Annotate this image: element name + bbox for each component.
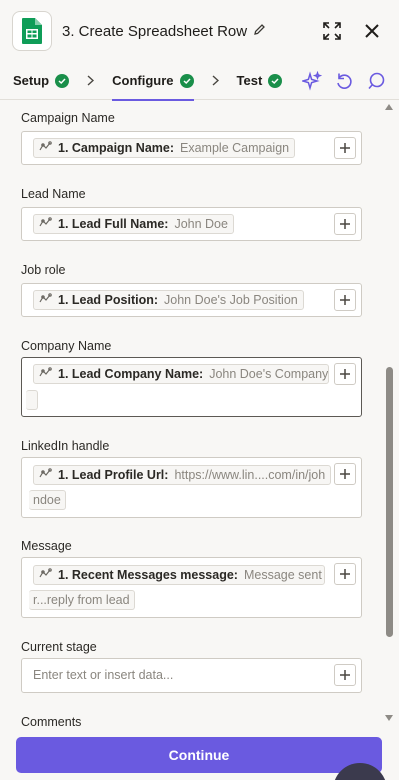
pill-key: 1. Lead Full Name: xyxy=(58,217,169,231)
pill-value: John Doe's Company xyxy=(209,367,329,381)
tab-label: Test xyxy=(236,73,263,88)
footer: Continue xyxy=(0,728,399,780)
field-lead-name: Lead Name 1. Lead Full Name: John Doe xyxy=(21,187,362,241)
step-title: 3. Create Spreadsheet Row xyxy=(62,22,248,40)
field-campaign-name: Campaign Name 1. Campaign Name: Example … xyxy=(21,111,362,165)
webhook-icon xyxy=(39,568,52,582)
pill-key: 1. Recent Messages message: xyxy=(58,568,238,582)
comment-icon[interactable] xyxy=(365,70,387,92)
tab-label: Setup xyxy=(13,73,50,88)
insert-data-button[interactable] xyxy=(334,563,356,585)
step-header: 3. Create Spreadsheet Row xyxy=(0,0,399,62)
webhook-icon xyxy=(39,217,52,231)
insert-data-button[interactable] xyxy=(334,289,356,311)
data-pill[interactable]: 1. Lead Company Name: John Doe's Company xyxy=(33,364,329,384)
step-fields-panel[interactable]: Campaign Name 1. Campaign Name: Example … xyxy=(0,101,399,728)
lead-name-input[interactable]: 1. Lead Full Name: John Doe xyxy=(21,207,362,241)
input-placeholder: Enter text or insert data... xyxy=(33,668,174,682)
pill-value: Message sent f xyxy=(243,568,325,582)
field-label: LinkedIn handle xyxy=(21,439,110,453)
pill-value: https://www.lin....com/in/joh xyxy=(174,468,326,482)
pill-key: 1. Lead Profile Url: xyxy=(58,468,169,482)
field-comments: Comments xyxy=(21,715,362,728)
field-label: Lead Name xyxy=(21,187,86,201)
pill-value: Example Campaign xyxy=(180,141,290,155)
check-circle-icon xyxy=(179,73,194,88)
insert-data-button[interactable] xyxy=(334,664,356,686)
campaign-name-input[interactable]: 1. Campaign Name: Example Campaign xyxy=(21,131,362,165)
undo-icon[interactable] xyxy=(333,70,355,92)
insert-data-button[interactable] xyxy=(334,213,356,235)
field-current-stage: Current stage Enter text or insert data.… xyxy=(21,640,362,693)
field-job-role: Job role 1. Lead Position: John Doe's Jo… xyxy=(21,263,362,317)
scrollbar[interactable] xyxy=(385,104,393,724)
field-message: Message 1. Recent Messages message: Mess… xyxy=(21,539,362,618)
data-pill-continuation: r...reply from lead xyxy=(29,590,135,610)
field-label: Campaign Name xyxy=(21,111,115,125)
pencil-icon[interactable] xyxy=(253,23,266,40)
insert-data-button[interactable] xyxy=(334,363,356,385)
ai-sparkle-icon[interactable] xyxy=(301,70,323,92)
data-pill[interactable]: 1. Lead Position: John Doe's Job Positio… xyxy=(33,290,304,310)
data-pill-continuation xyxy=(26,390,38,410)
webhook-icon xyxy=(39,468,52,482)
pill-key: 1. Campaign Name: xyxy=(58,141,175,155)
pill-key: 1. Lead Company Name: xyxy=(58,367,204,381)
insert-data-button[interactable] xyxy=(334,463,356,485)
check-circle-icon xyxy=(268,73,283,88)
pill-value: John Doe xyxy=(174,217,228,231)
current-stage-input[interactable]: Enter text or insert data... xyxy=(21,658,362,693)
field-label: Company Name xyxy=(21,339,112,353)
company-name-input[interactable]: 1. Lead Company Name: John Doe's Company xyxy=(21,357,362,417)
data-pill[interactable]: 1. Campaign Name: Example Campaign xyxy=(33,138,296,158)
close-icon[interactable] xyxy=(361,20,383,42)
scrollbar-thumb[interactable] xyxy=(386,367,393,637)
field-label: Job role xyxy=(21,263,66,277)
google-sheets-icon xyxy=(12,11,52,51)
step-tabs: Setup Configure Test xyxy=(0,62,399,101)
check-circle-icon xyxy=(55,73,70,88)
continue-button[interactable]: Continue xyxy=(16,737,382,773)
scroll-down-arrow-icon[interactable] xyxy=(385,715,393,721)
chevron-right-icon xyxy=(212,75,219,86)
webhook-icon xyxy=(39,367,52,381)
data-pill[interactable]: 1. Recent Messages message: Message sent… xyxy=(33,565,325,585)
pill-value: John Doe's Job Position xyxy=(164,293,298,307)
tab-setup[interactable]: Setup xyxy=(13,62,70,100)
data-pill-continuation: ndoe xyxy=(29,490,66,510)
tab-test[interactable]: Test xyxy=(237,62,283,100)
insert-data-button[interactable] xyxy=(334,137,356,159)
field-linkedin-handle: LinkedIn handle 1. Lead Profile Url: htt… xyxy=(21,439,362,518)
webhook-icon xyxy=(39,141,52,155)
tab-configure[interactable]: Configure xyxy=(112,62,194,101)
data-pill[interactable]: 1. Lead Full Name: John Doe xyxy=(33,214,234,234)
scroll-up-arrow-icon[interactable] xyxy=(385,104,393,110)
field-label: Comments xyxy=(21,715,82,728)
chevron-right-icon xyxy=(87,75,95,86)
message-input[interactable]: 1. Recent Messages message: Message sent… xyxy=(21,557,362,618)
job-role-input[interactable]: 1. Lead Position: John Doe's Job Positio… xyxy=(21,283,362,317)
pill-key: 1. Lead Position: xyxy=(58,293,159,307)
expand-icon[interactable] xyxy=(321,20,343,42)
linkedin-handle-input[interactable]: 1. Lead Profile Url: https://www.lin....… xyxy=(21,457,362,518)
field-company-name: Company Name 1. Lead Company Name: John … xyxy=(21,339,362,417)
tab-label: Configure xyxy=(112,73,174,88)
webhook-icon xyxy=(39,293,52,307)
field-label: Message xyxy=(21,539,72,553)
step-title-editable[interactable]: 3. Create Spreadsheet Row xyxy=(62,23,266,40)
field-label: Current stage xyxy=(21,640,97,654)
data-pill[interactable]: 1. Lead Profile Url: https://www.lin....… xyxy=(33,465,331,485)
